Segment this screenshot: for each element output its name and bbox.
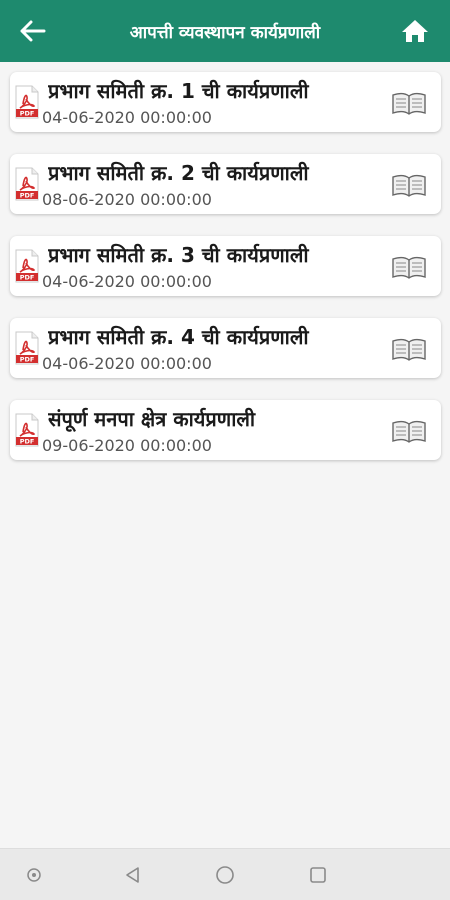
- document-list: PDF प्रभाग समिती क्र. 1 ची कार्यप्रणाली …: [10, 72, 441, 482]
- page-title: आपत्ती व्यवस्थापन कार्यप्रणाली: [129, 22, 321, 43]
- open-book-icon[interactable]: [391, 92, 427, 116]
- document-date: 04-06-2020 00:00:00: [42, 108, 212, 127]
- document-title: प्रभाग समिती क्र. 2 ची कार्यप्रणाली: [48, 161, 309, 185]
- home-icon: [402, 20, 428, 42]
- list-item[interactable]: PDF प्रभाग समिती क्र. 3 ची कार्यप्रणाली …: [10, 236, 441, 296]
- list-item[interactable]: PDF प्रभाग समिती क्र. 4 ची कार्यप्रणाली …: [10, 318, 441, 378]
- document-date: 09-06-2020 00:00:00: [42, 436, 212, 455]
- open-book-icon[interactable]: [391, 174, 427, 198]
- back-button[interactable]: [16, 15, 50, 47]
- accessibility-button[interactable]: [22, 863, 46, 887]
- svg-text:PDF: PDF: [20, 192, 35, 200]
- home-circle-icon: [216, 866, 234, 884]
- back-triangle-icon: [126, 867, 139, 883]
- home-button[interactable]: [398, 15, 432, 47]
- document-title: प्रभाग समिती क्र. 1 ची कार्यप्रणाली: [48, 79, 309, 103]
- document-title: प्रभाग समिती क्र. 3 ची कार्यप्रणाली: [48, 243, 309, 267]
- pdf-icon: PDF: [15, 413, 39, 447]
- svg-text:PDF: PDF: [20, 274, 35, 282]
- open-book-icon[interactable]: [391, 338, 427, 362]
- svg-text:PDF: PDF: [20, 438, 35, 446]
- recents-square-icon: [310, 867, 326, 883]
- list-item[interactable]: PDF प्रभाग समिती क्र. 1 ची कार्यप्रणाली …: [10, 72, 441, 132]
- document-date: 04-06-2020 00:00:00: [42, 272, 212, 291]
- nav-back-button[interactable]: [121, 863, 145, 887]
- document-date: 08-06-2020 00:00:00: [42, 190, 212, 209]
- pdf-icon: PDF: [15, 331, 39, 365]
- pdf-icon: PDF: [15, 85, 39, 119]
- back-arrow-icon: [20, 20, 46, 42]
- svg-text:PDF: PDF: [20, 110, 35, 118]
- open-book-icon[interactable]: [391, 420, 427, 444]
- open-book-icon[interactable]: [391, 256, 427, 280]
- document-title: संपूर्ण मनपा क्षेत्र कार्यप्रणाली: [48, 407, 256, 431]
- pdf-icon: PDF: [15, 249, 39, 283]
- list-item[interactable]: PDF प्रभाग समिती क्र. 2 ची कार्यप्रणाली …: [10, 154, 441, 214]
- system-nav-bar: [0, 848, 450, 900]
- pdf-icon: PDF: [15, 167, 39, 201]
- svg-text:PDF: PDF: [20, 356, 35, 364]
- nav-recents-button[interactable]: [306, 863, 330, 887]
- app-bar: आपत्ती व्यवस्थापन कार्यप्रणाली: [0, 0, 450, 62]
- accessibility-dot-icon: [27, 868, 41, 882]
- list-item[interactable]: PDF संपूर्ण मनपा क्षेत्र कार्यप्रणाली 09…: [10, 400, 441, 460]
- document-date: 04-06-2020 00:00:00: [42, 354, 212, 373]
- nav-home-button[interactable]: [213, 863, 237, 887]
- document-title: प्रभाग समिती क्र. 4 ची कार्यप्रणाली: [48, 325, 309, 349]
